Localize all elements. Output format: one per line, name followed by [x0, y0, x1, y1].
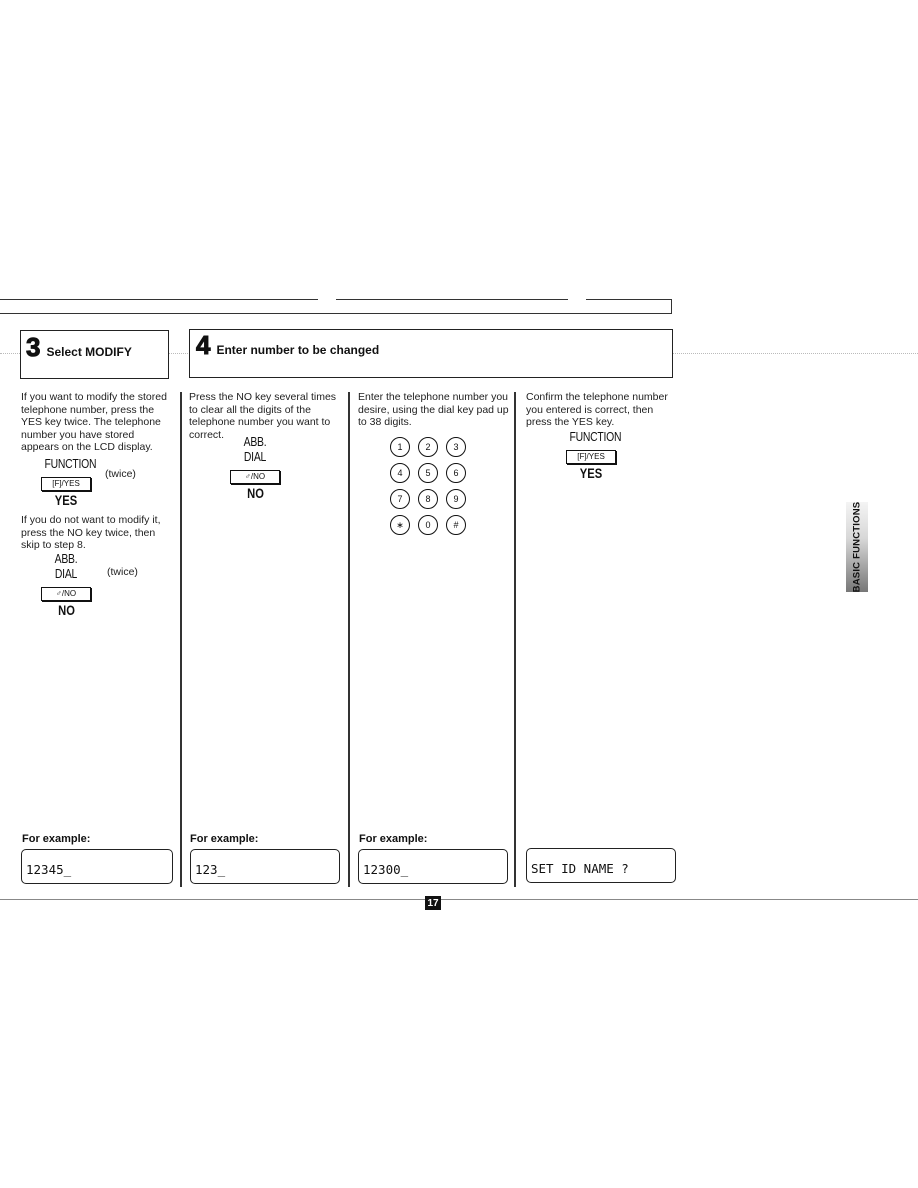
- bottom-rule: [0, 899, 918, 900]
- col1-paragraph-2: If you do not want to modify it, press t…: [21, 514, 161, 551]
- dial-key-2[interactable]: 2: [418, 437, 438, 457]
- column-divider-3: [514, 392, 516, 887]
- col1-paragraph-1: If you want to modify the stored telepho…: [21, 391, 167, 453]
- function-key-label: FUNCTION: [569, 429, 622, 444]
- col3-example-label: For example:: [359, 833, 428, 845]
- col4-lcd-display: SET ID NAME ?: [526, 848, 676, 883]
- yes-key-result: YES: [54, 492, 78, 508]
- yes-key-button[interactable]: [F]/YES: [41, 477, 91, 491]
- no-key-button[interactable]: ♂/NO: [41, 587, 91, 601]
- step-4-title: 4 Enter number to be changed: [195, 330, 380, 360]
- step-4-number: 4: [195, 330, 211, 360]
- col1-lcd-display: 12345_: [21, 849, 173, 884]
- no-key-button[interactable]: ♂/NO: [230, 470, 280, 484]
- dial-key-9[interactable]: 9: [446, 489, 466, 509]
- yes-key-result: YES: [579, 465, 603, 481]
- dial-key-4[interactable]: 4: [390, 463, 410, 483]
- col1-abbdial-key-group: ABB. DIAL ♂/NO NO: [38, 551, 94, 620]
- dial-key-8[interactable]: 8: [418, 489, 438, 509]
- col3-paragraph: Enter the telephone number you desire, u…: [358, 391, 509, 428]
- col2-lcd-display: 123_: [190, 849, 340, 884]
- column-divider-2: [348, 392, 350, 887]
- section-side-tab: BASIC FUNCTIONS: [846, 502, 868, 592]
- column-divider-1: [180, 392, 182, 887]
- top-rule-right-edge: [671, 299, 673, 314]
- dial-key-5[interactable]: 5: [418, 463, 438, 483]
- col2-abbdial-key-group: ABB. DIAL ♂/NO NO: [226, 434, 284, 503]
- abb-dial-key-label: ABB. DIAL: [243, 434, 267, 464]
- top-rule-3: [586, 299, 672, 301]
- function-key-label: FUNCTION: [44, 456, 97, 471]
- col3-lcd-display: 12300_: [358, 849, 508, 884]
- top-rule-1: [0, 299, 318, 301]
- dial-key-star[interactable]: ∗: [390, 515, 410, 535]
- col1-example-label: For example:: [22, 833, 91, 845]
- yes-key-button[interactable]: [F]/YES: [566, 450, 616, 464]
- col2-example-label: For example:: [190, 833, 259, 845]
- no-key-result: NO: [246, 485, 264, 501]
- col4-paragraph: Confirm the telephone number you entered…: [526, 391, 668, 428]
- top-rule-2: [336, 299, 568, 301]
- col1-twice-note-1: (twice): [105, 468, 136, 480]
- page-number: 17: [425, 896, 441, 910]
- dial-key-hash[interactable]: #: [446, 515, 466, 535]
- col1-twice-note-2: (twice): [107, 566, 138, 578]
- section-side-tab-label: BASIC FUNCTIONS: [851, 501, 863, 593]
- no-key-result: NO: [57, 602, 75, 618]
- dial-key-6[interactable]: 6: [446, 463, 466, 483]
- dial-keypad: 1 2 3 4 5 6 7 8 9 ∗ 0 #: [390, 437, 480, 537]
- step-3-title: 3 Select MODIFY: [25, 332, 132, 362]
- step-3-label: Select MODIFY: [46, 345, 132, 359]
- abb-dial-key-label: ABB. DIAL: [54, 551, 78, 581]
- dial-key-0[interactable]: 0: [418, 515, 438, 535]
- top-rule-lower: [0, 313, 672, 315]
- step-4-label: Enter number to be changed: [216, 343, 380, 357]
- dial-key-3[interactable]: 3: [446, 437, 466, 457]
- dial-key-7[interactable]: 7: [390, 489, 410, 509]
- col4-function-key-group: FUNCTION [F]/YES YES: [563, 428, 622, 483]
- col1-function-key-group: FUNCTION [F]/YES YES: [38, 455, 97, 510]
- dial-key-1[interactable]: 1: [390, 437, 410, 457]
- step-3-number: 3: [25, 332, 41, 362]
